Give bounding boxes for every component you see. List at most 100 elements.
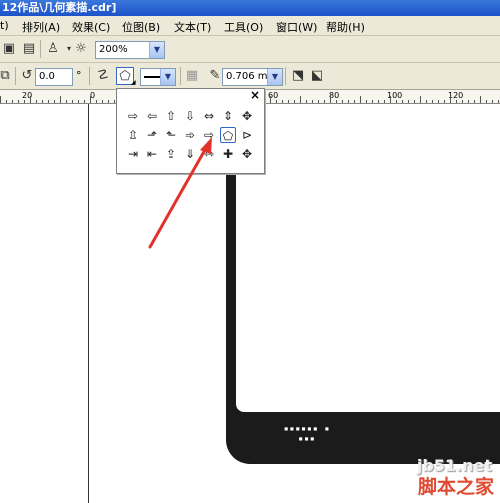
- arrowhead-option[interactable]: ⇓: [182, 146, 198, 162]
- ruler-tick: [36, 100, 37, 103]
- ruler-tick: [300, 96, 301, 103]
- ruler-tick: [114, 100, 115, 103]
- arrowhead-option[interactable]: ⇪: [163, 146, 179, 162]
- text-to-front-icon[interactable]: ⬔: [289, 67, 307, 85]
- import-icon[interactable]: ▤: [20, 40, 38, 58]
- ruler-tick: [330, 96, 331, 103]
- line-style-select[interactable]: ▼: [140, 68, 176, 86]
- menu-item-arrange[interactable]: 排列(A): [22, 19, 60, 35]
- property-bar: ⧉ ↺ 0.0 ° ☡ ⬠ ◢ ▼ ▦ ✎ 0.706 mm ▼ ⬔ ⬕: [0, 63, 500, 90]
- ruler-tick: [360, 96, 361, 103]
- degree-symbol: °: [76, 69, 82, 82]
- arrowhead-option[interactable]: ⇧: [163, 108, 179, 124]
- arrowhead-option[interactable]: ⇫: [125, 127, 141, 143]
- arrowhead-picker-popup: × ⇨ ⇦ ⇧ ⇩ ⇔ ⇕ ✥ ⇫ ⬏ ⬑ ➾ ⇨ ⬠ ⊳ ⇥ ⇤ ⇪ ⇓ ⇿ …: [116, 88, 265, 174]
- ruler-tick: [366, 100, 367, 103]
- welcome-screen-icon[interactable]: ☼: [72, 40, 90, 58]
- ruler-tick: [468, 100, 469, 103]
- ruler-tick: [336, 100, 337, 103]
- wrap-text-icon[interactable]: ☡: [94, 67, 112, 85]
- ruler-tick: [282, 100, 283, 103]
- arrowhead-option[interactable]: ✥: [239, 146, 255, 162]
- ruler-tick: [456, 100, 457, 103]
- arrowhead-dropdown-icon[interactable]: ◢: [131, 79, 136, 86]
- menu-item-bitmaps[interactable]: 位图(B): [122, 19, 160, 35]
- ruler-tick: [72, 100, 73, 103]
- ruler-tick: [294, 100, 295, 103]
- ruler-tick: [396, 100, 397, 103]
- zoom-dropdown-icon[interactable]: ▼: [149, 42, 164, 58]
- ruler-tick: [342, 100, 343, 103]
- arrowhead-option[interactable]: ⇕: [220, 108, 236, 124]
- ruler-tick: [390, 96, 391, 103]
- arrowhead-option[interactable]: ✥: [239, 108, 255, 124]
- arrowhead-option[interactable]: ⬑: [163, 127, 179, 143]
- arrowhead-option[interactable]: ✚: [220, 146, 236, 162]
- menu-bar: t) 排列(A) 效果(C) 位图(B) 文本(T) 工具(O) 窗口(W) 帮…: [0, 16, 500, 36]
- ruler-tick: [42, 100, 43, 103]
- menu-item-view[interactable]: t): [0, 19, 9, 32]
- ruler-tick: [318, 100, 319, 103]
- menu-item-help[interactable]: 帮助(H): [326, 19, 365, 35]
- toolbar-separator: [180, 67, 181, 85]
- ruler-tick: [96, 100, 97, 103]
- ruler-tick: [384, 100, 385, 103]
- toolbar-separator: [15, 67, 16, 85]
- mirror-icon[interactable]: ⧉: [0, 67, 14, 85]
- menu-item-window[interactable]: 窗口(W): [276, 19, 317, 35]
- toolbar-separator: [285, 67, 286, 85]
- toolbar-separator: [89, 67, 90, 85]
- ruler-tick: [276, 100, 277, 103]
- text-to-back-icon[interactable]: ⬕: [308, 67, 326, 85]
- arrowhead-option[interactable]: ⇩: [182, 108, 198, 124]
- arrowhead-option[interactable]: ⇨: [125, 108, 141, 124]
- rotation-angle-input[interactable]: 0.0: [35, 68, 73, 86]
- arrowhead-option[interactable]: ⇥: [125, 146, 141, 162]
- toolbar-separator: [40, 40, 41, 58]
- ruler-tick: [408, 100, 409, 103]
- ruler-tick: [18, 100, 19, 103]
- menu-item-text[interactable]: 文本(T): [174, 19, 211, 35]
- close-icon[interactable]: ×: [250, 88, 260, 102]
- line-style-dropdown-icon[interactable]: ▼: [160, 69, 175, 85]
- ruler-tick: [498, 100, 499, 103]
- arrowhead-option[interactable]: ⇨: [201, 127, 217, 143]
- ruler-tick: [486, 100, 487, 103]
- ruler-tick: [438, 100, 439, 103]
- ruler-tick: [420, 96, 421, 103]
- arrowhead-option[interactable]: ➾: [182, 127, 198, 143]
- convert-to-curves-icon[interactable]: ▦: [183, 67, 201, 85]
- phone-screen-shape[interactable]: [236, 164, 500, 412]
- zoom-level-select[interactable]: 200% ▼: [95, 41, 165, 59]
- barcode-graphic: ▪▪▪▪▪▪ ▪ ▪▪▪: [283, 424, 331, 443]
- ruler-tick: [66, 100, 67, 103]
- ruler-tick: [84, 100, 85, 103]
- ruler-tick: [108, 100, 109, 103]
- outline-width-select[interactable]: 0.706 mm ▼: [222, 68, 283, 86]
- arrowhead-option[interactable]: ⇿: [201, 146, 217, 162]
- ruler-tick: [372, 100, 373, 103]
- ruler-tick: [426, 100, 427, 103]
- ruler-tick: [24, 100, 25, 103]
- ruler-tick: [378, 100, 379, 103]
- arrowhead-option[interactable]: ⊳: [239, 127, 255, 143]
- ruler-tick: [474, 100, 475, 103]
- outline-width-dropdown-icon[interactable]: ▼: [267, 69, 282, 85]
- ruler-tick: [306, 100, 307, 103]
- arrowhead-option-selected[interactable]: ⬠: [220, 127, 236, 143]
- arrowhead-option[interactable]: ⇔: [201, 108, 217, 124]
- window-title: 12作品\几何素描.cdr]: [2, 1, 117, 14]
- arrowhead-option[interactable]: ⇦: [144, 108, 160, 124]
- export-icon[interactable]: ▣: [0, 40, 18, 58]
- page-border: [88, 104, 89, 503]
- menu-item-tools[interactable]: 工具(O): [224, 19, 263, 35]
- menu-item-effects[interactable]: 效果(C): [72, 19, 110, 35]
- rotate-icon: ↺: [21, 68, 33, 83]
- arrowhead-option[interactable]: ⇤: [144, 146, 160, 162]
- ruler-tick: [48, 100, 49, 103]
- ruler-tick: [30, 96, 31, 103]
- ruler-tick: [450, 96, 451, 103]
- arrowhead-option[interactable]: ⬏: [144, 127, 160, 143]
- ruler-tick: [414, 100, 415, 103]
- ruler-tick: [54, 100, 55, 103]
